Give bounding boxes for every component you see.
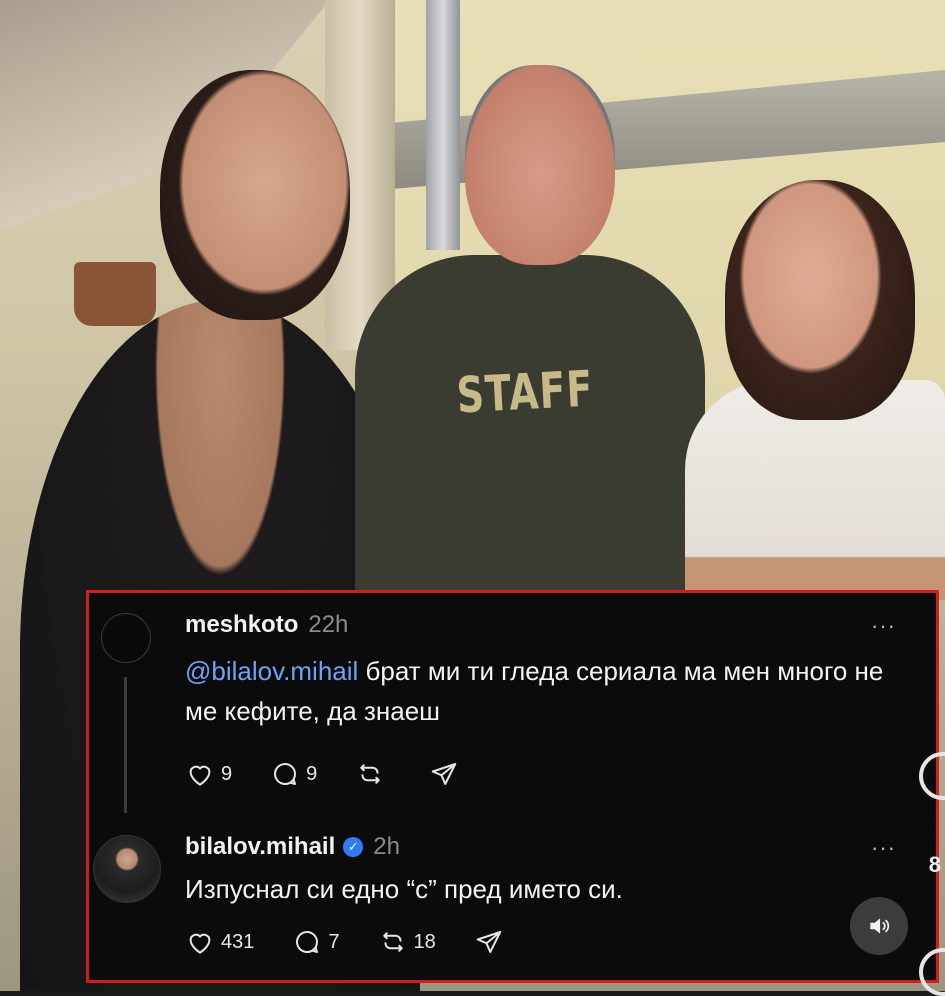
repost-button[interactable]: 18	[378, 927, 436, 957]
comment-text: Изпуснал си едно “с” пред името си.	[185, 874, 623, 904]
heart-icon	[189, 765, 211, 786]
comment-icon	[274, 763, 297, 785]
comment-meta: meshkoto 22h	[185, 611, 348, 639]
timestamp: 2h	[373, 833, 400, 860]
person-right	[685, 180, 945, 600]
person-right-head	[725, 180, 915, 420]
comment: bilalov.mihail ✓ 2h ··· Изпуснал си едно…	[89, 825, 936, 985]
mention-link[interactable]: @bilalov.mihail	[185, 656, 358, 686]
person-middle-head	[465, 65, 615, 265]
share-button[interactable]	[429, 759, 459, 789]
like-count: 431	[221, 930, 255, 953]
heart-icon	[189, 933, 211, 954]
comments-panel: meshkoto 22h ··· @bilalov.mihail брат ми…	[86, 590, 939, 983]
flower-pot	[74, 262, 156, 326]
send-icon	[476, 931, 501, 953]
avatar[interactable]	[93, 835, 161, 903]
reply-button[interactable]: 9	[270, 759, 317, 789]
thread-line	[124, 677, 127, 813]
comment-actions: 431 7 18	[185, 927, 504, 957]
comment-icon	[296, 931, 319, 953]
more-options-icon[interactable]: ···	[871, 835, 896, 861]
person-left-head	[160, 70, 350, 320]
avatar[interactable]	[101, 613, 151, 663]
comment-actions: 9 9	[185, 759, 459, 789]
shirt-print: STAFF	[455, 359, 595, 425]
verified-badge-icon: ✓	[343, 837, 364, 857]
comment-text: @bilalov.mihail брат ми ти гледа сериала…	[185, 651, 905, 731]
cropped-count: 8	[928, 852, 941, 877]
like-button[interactable]: 431	[185, 927, 254, 957]
drain-pipe	[426, 0, 460, 250]
person-middle: STAFF	[355, 65, 705, 600]
username[interactable]: meshkoto	[185, 611, 298, 639]
repost-count: 18	[413, 930, 436, 953]
speaker-icon	[870, 918, 890, 934]
reply-count: 9	[306, 762, 318, 785]
sound-toggle-button[interactable]	[850, 897, 908, 955]
share-button[interactable]	[474, 927, 504, 957]
repost-icon	[382, 932, 403, 952]
comment-meta: bilalov.mihail ✓ 2h	[185, 833, 400, 861]
repost-button[interactable]	[355, 759, 391, 789]
like-count: 9	[221, 762, 233, 785]
comment: meshkoto 22h ··· @bilalov.mihail брат ми…	[89, 593, 936, 823]
reply-button[interactable]: 7	[292, 927, 340, 957]
send-icon	[432, 763, 457, 785]
repost-icon	[360, 764, 380, 784]
more-options-icon[interactable]: ···	[871, 613, 896, 639]
reply-count: 7	[328, 930, 340, 953]
username[interactable]: bilalov.mihail	[185, 833, 335, 861]
like-button[interactable]: 9	[185, 759, 232, 789]
timestamp: 22h	[308, 611, 349, 638]
